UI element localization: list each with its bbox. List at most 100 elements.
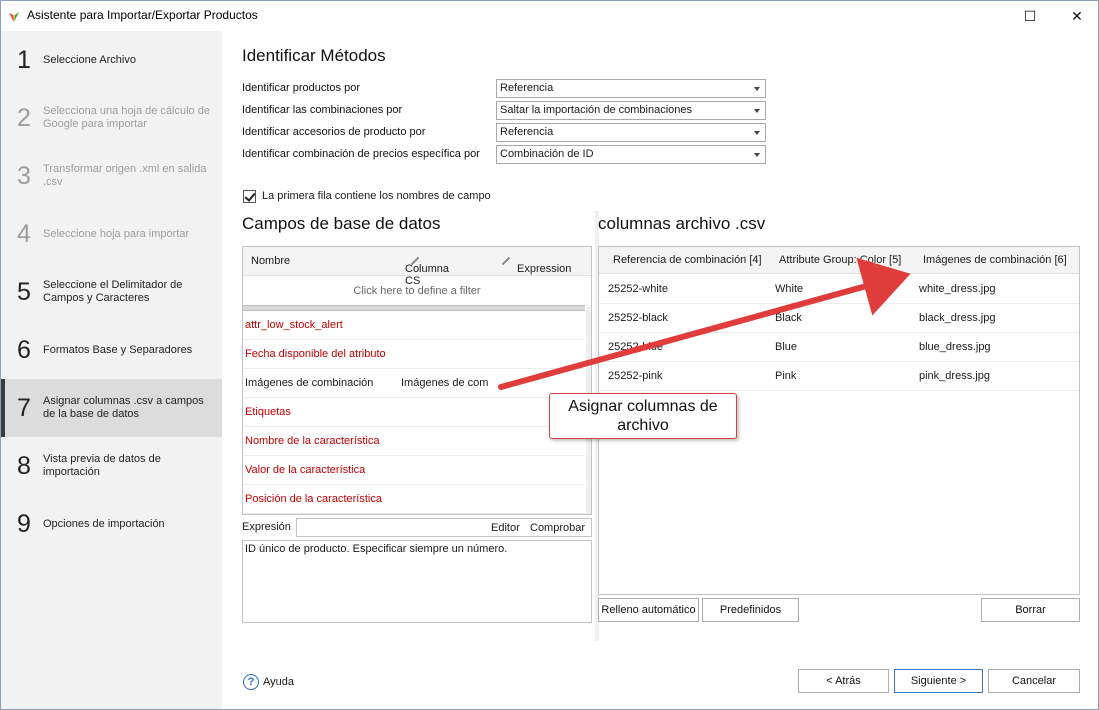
csv-cell: Pink <box>775 370 797 382</box>
clear-button[interactable]: Borrar <box>981 598 1080 622</box>
step-number: 3 <box>17 161 31 190</box>
back-button[interactable]: < Atrás <box>798 669 889 693</box>
expression-input[interactable]: Editor Comprobar <box>296 518 592 537</box>
csv-cell: Blue <box>775 341 798 353</box>
step-number: 9 <box>17 509 31 538</box>
column-header-expression[interactable]: Expression <box>501 255 571 275</box>
db-field-name: Valor de la característica <box>245 464 366 476</box>
step-6[interactable]: 6 Formatos Base y Separadores <box>1 321 222 379</box>
check-link[interactable]: Comprobar <box>530 522 585 534</box>
csv-column-header[interactable]: Imágenes de combinación [6] <box>923 254 1067 266</box>
step-2[interactable]: 2 Selecciona una hoja de cálculo de Goog… <box>1 89 222 147</box>
close-icon: ✕ <box>1071 7 1083 24</box>
first-row-header-checkbox[interactable] <box>243 190 256 203</box>
csv-cell: blue_dress.jpg <box>919 341 991 353</box>
step-number: 8 <box>17 451 31 480</box>
step-label: Seleccione hoja para importar <box>43 227 190 240</box>
window-title: Asistente para Importar/Exportar Product… <box>27 8 258 22</box>
identify-combinations-label: Identificar las combinaciones por <box>242 104 403 116</box>
step-3[interactable]: 3 Transformar origen .xml en salida .csv <box>1 147 222 205</box>
csv-column-header[interactable]: Attribute Group: Color [5] <box>779 254 901 266</box>
filter-row[interactable]: Click here to define a filter <box>243 277 591 305</box>
csv-cell: pink_dress.jpg <box>919 370 990 382</box>
db-field-name: Posición de la característica <box>245 493 382 505</box>
csv-columns-header: Referencia de combinación [4] Attribute … <box>599 247 1079 274</box>
step-number: 4 <box>17 219 31 248</box>
step-number: 1 <box>17 45 31 74</box>
step-label: Selecciona una hoja de cálculo de Google… <box>43 105 210 130</box>
step-4[interactable]: 4 Seleccione hoja para importar <box>1 205 222 263</box>
db-field-name: attr_low_stock_alert <box>245 319 343 331</box>
step-1[interactable]: 1 Seleccione Archivo <box>1 31 222 89</box>
identify-accessories-select[interactable]: Referencia <box>496 123 766 142</box>
identify-specific-price-label: Identificar combinación de precios espec… <box>242 148 480 160</box>
identify-specific-price-select[interactable]: Combinación de ID <box>496 145 766 164</box>
step-5[interactable]: 5 Seleccione el Delimitador de Campos y … <box>1 263 222 321</box>
autofill-button[interactable]: Relleno automático <box>598 598 699 622</box>
db-field-name: Imágenes de combinación <box>245 377 374 389</box>
main-panel: Identificar Métodos Identificar producto… <box>222 31 1098 709</box>
column-header-csv[interactable]: Columna CS <box>405 255 449 287</box>
db-field-row[interactable]: Imágenes de combinación Imágenes de com <box>243 369 585 398</box>
cancel-button[interactable]: Cancelar <box>988 669 1080 693</box>
step-label: Asignar columnas .csv a campos de la bas… <box>43 395 204 420</box>
csv-column-header[interactable]: Referencia de combinación [4] <box>613 254 762 266</box>
pencil-icon <box>501 256 511 266</box>
column-header-expression-label: Expression <box>517 263 572 275</box>
step-label: Transformar origen .xml en salida .csv <box>43 163 207 188</box>
db-field-column[interactable]: Imágenes de com <box>401 377 496 389</box>
csv-row[interactable]: 25252-white White white_dress.jpg <box>599 275 1079 304</box>
db-field-row[interactable]: Etiquetas <box>243 398 585 427</box>
expression-label: Expresión <box>242 521 291 533</box>
help-icon[interactable]: ? <box>243 674 259 690</box>
db-field-row[interactable]: Valor de la característica <box>243 456 585 485</box>
first-row-header-label: La primera fila contiene los nombres de … <box>262 190 491 202</box>
csv-cell: black_dress.jpg <box>919 312 996 324</box>
chevron-down-icon <box>754 87 760 91</box>
select-value: Combinación de ID <box>500 148 594 160</box>
chevron-down-icon <box>754 131 760 135</box>
csv-cell: White <box>775 283 804 295</box>
db-field-row[interactable]: Posición de la característica <box>243 485 585 514</box>
wizard-window: Asistente para Importar/Exportar Product… <box>0 0 1099 710</box>
db-fields-grid: Nombre Columna CS Expression Click here … <box>242 246 592 515</box>
identify-products-select[interactable]: Referencia <box>496 79 766 98</box>
presets-button[interactable]: Predefinidos <box>702 598 799 622</box>
step-number: 2 <box>17 103 31 132</box>
step-8[interactable]: 8 Vista previa de datos de importación <box>1 437 222 495</box>
csv-cell: 25252-white <box>608 283 668 295</box>
select-value: Referencia <box>500 82 554 94</box>
csv-row[interactable]: 25252-pink Pink pink_dress.jpg <box>599 362 1079 391</box>
db-field-row[interactable]: attr_low_stock_alert <box>243 311 585 340</box>
csv-cell: white_dress.jpg <box>919 283 996 295</box>
step-9[interactable]: 9 Opciones de importación <box>1 495 222 553</box>
db-field-name: Nombre de la característica <box>245 435 380 447</box>
csv-cell: 25252-blue <box>608 341 664 353</box>
wizard-steps-sidebar: 1 Seleccione Archivo 2 Selecciona una ho… <box>1 31 222 709</box>
chevron-down-icon <box>754 153 760 157</box>
field-description: ID único de producto. Especificar siempr… <box>242 540 592 623</box>
close-button[interactable]: ✕ <box>1054 1 1099 31</box>
csv-cell: 25252-black <box>608 312 668 324</box>
csv-columns-title: columnas archivo .csv <box>598 214 766 233</box>
db-field-row[interactable]: Fecha disponible del atributo <box>243 340 585 369</box>
identify-combinations-select[interactable]: Saltar la importación de combinaciones <box>496 101 766 120</box>
help-link[interactable]: Ayuda <box>263 676 294 688</box>
maximize-button[interactable]: ☐ <box>1007 1 1053 31</box>
db-field-name: Fecha disponible del atributo <box>245 348 386 360</box>
step-label: Seleccione Archivo <box>43 53 136 66</box>
app-logo-icon <box>9 12 19 22</box>
step-number: 6 <box>17 335 31 364</box>
column-header-name[interactable]: Nombre <box>251 255 290 267</box>
db-field-row[interactable]: Nombre de la característica <box>243 427 585 456</box>
editor-link[interactable]: Editor <box>491 522 520 534</box>
step-label: Seleccione el Delimitador de Campos y Ca… <box>43 279 183 304</box>
annotation-callout: Asignar columnas de archivo <box>549 393 737 439</box>
csv-row[interactable]: 25252-black Black black_dress.jpg <box>599 304 1079 333</box>
step-label: Opciones de importación <box>43 517 165 530</box>
next-button[interactable]: Siguiente > <box>894 669 983 693</box>
select-value: Referencia <box>500 126 554 138</box>
csv-cell: 25252-pink <box>608 370 663 382</box>
step-7[interactable]: 7 Asignar columnas .csv a campos de la b… <box>1 379 222 437</box>
csv-row[interactable]: 25252-blue Blue blue_dress.jpg <box>599 333 1079 362</box>
